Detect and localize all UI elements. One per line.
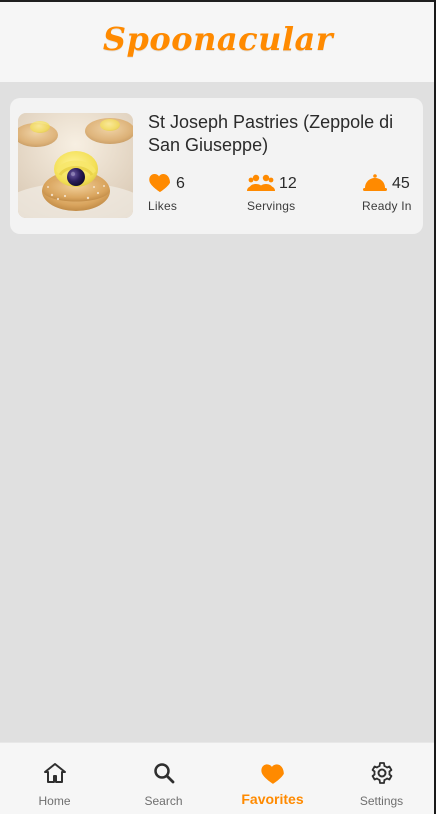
recipe-title[interactable]: St Joseph Pastries (Zeppole di San Giuse…	[148, 111, 418, 157]
nav-settings[interactable]: Settings	[327, 743, 436, 814]
top-app-bar: Spoonacular	[0, 0, 436, 82]
heart-icon	[148, 171, 172, 197]
nav-favorites-label: Favorites	[241, 791, 304, 807]
likes-count: 6	[176, 175, 185, 192]
servings-row: 12	[247, 172, 297, 196]
servings-count: 12	[279, 175, 297, 192]
nav-search[interactable]: Search	[109, 743, 218, 814]
nav-home-label: Home	[38, 794, 71, 808]
gear-icon	[327, 761, 436, 785]
brand-logo-text: Spoonacular	[102, 20, 334, 58]
recipe-thumbnail[interactable]	[18, 113, 133, 218]
nav-settings-label: Settings	[359, 794, 404, 808]
ready-in-stat: 45 Ready In	[362, 172, 412, 213]
ready-in-minutes: 45	[392, 175, 410, 192]
app-screen: Spoonacular St Joseph Pastries (Zeppole …	[0, 0, 436, 814]
likes-row: 6	[148, 172, 185, 196]
nav-home[interactable]: Home	[0, 743, 109, 814]
bottom-navigation: Home Search Favorites Settings	[0, 742, 436, 814]
people-icon	[247, 172, 275, 196]
likes-label: Likes	[148, 199, 178, 213]
heart-icon	[218, 761, 327, 785]
nav-favorites[interactable]: Favorites	[218, 743, 327, 814]
favorite-recipe-card[interactable]: St Joseph Pastries (Zeppole di San Giuse…	[10, 98, 423, 234]
cloche-icon	[362, 172, 388, 196]
nav-search-label: Search	[144, 794, 183, 808]
servings-label: Servings	[247, 199, 296, 213]
ready-in-row: 45	[362, 172, 412, 196]
search-icon	[109, 761, 218, 785]
servings-stat: 12 Servings	[247, 172, 297, 213]
likes-stat: 6 Likes	[148, 172, 185, 213]
home-icon	[0, 761, 109, 785]
ready-in-label: Ready In	[362, 199, 412, 213]
